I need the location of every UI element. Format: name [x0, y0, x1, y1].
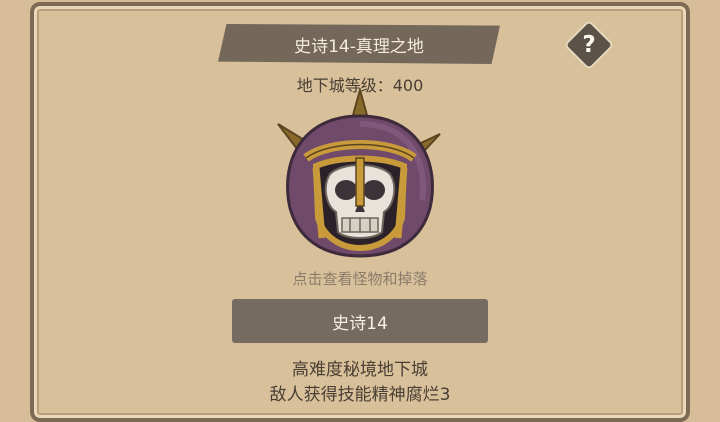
question-mark-icon: ?: [582, 32, 596, 58]
description-line-2: 敌人获得技能精神腐烂3: [269, 385, 451, 405]
title-banner: 史诗14-真理之地: [218, 24, 500, 64]
difficulty-label: 史诗14: [332, 313, 388, 334]
boss-hint: 点击查看怪物和掉落: [292, 270, 428, 288]
armored-skull-boss-icon: [277, 86, 441, 258]
difficulty-button[interactable]: 史诗14: [232, 299, 488, 343]
boss-portrait[interactable]: [270, 86, 450, 268]
help-button[interactable]: ?: [566, 22, 612, 68]
dungeon-title: 史诗14-真理之地: [294, 36, 424, 57]
description-line-1: 高难度秘境地下城: [292, 360, 428, 380]
